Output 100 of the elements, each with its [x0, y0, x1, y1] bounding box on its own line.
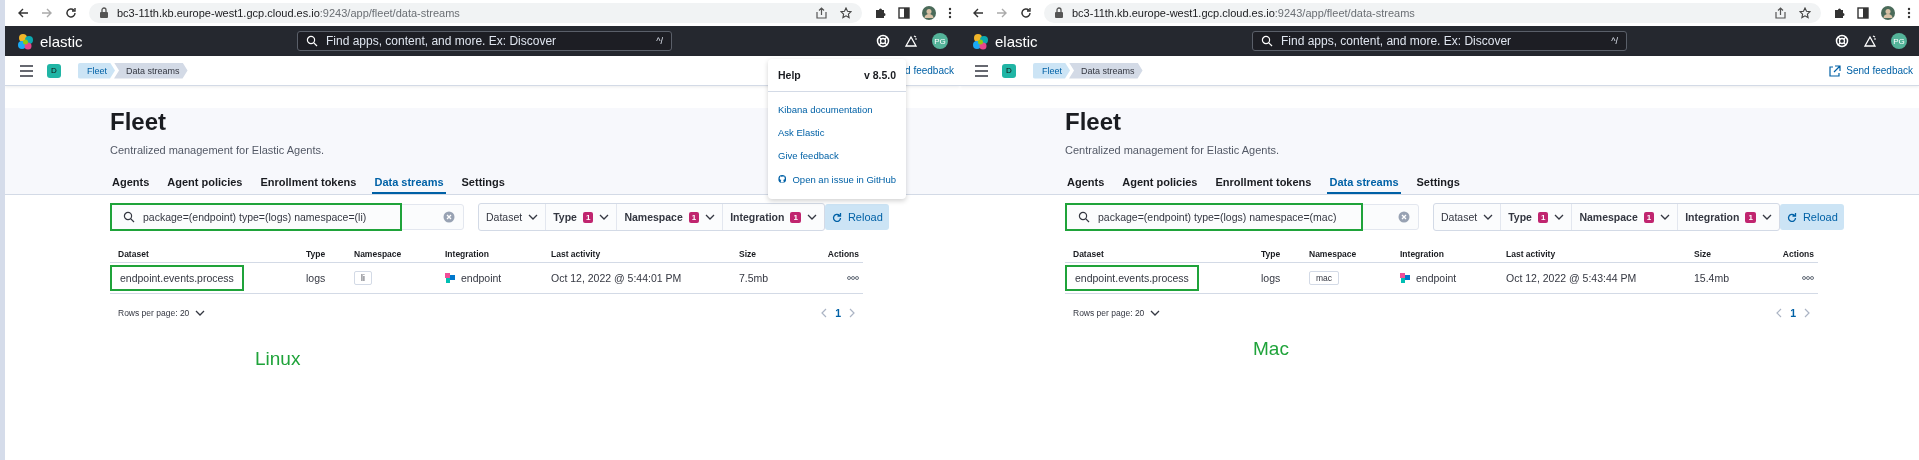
reload-icon[interactable] [65, 7, 77, 19]
newsfeed-icon[interactable] [904, 34, 918, 48]
newsfeed-icon[interactable] [1863, 34, 1877, 48]
search-field[interactable]: package=(endpoint) type=(logs) namespace=(mac) [1065, 204, 1419, 230]
puzzle-icon[interactable] [1833, 7, 1845, 19]
filter-button[interactable]: Dataset [479, 204, 546, 230]
page-subtitle: Centralized management for Elastic Agents. [110, 143, 324, 158]
chevron-down-icon [1554, 214, 1565, 220]
table-cell: endpoint.events.process [1065, 265, 1199, 291]
tab[interactable]: Settings [459, 172, 507, 194]
page-button[interactable]: 1 [835, 307, 841, 319]
back-icon[interactable] [972, 7, 984, 19]
logo-text[interactable]: elastic [40, 32, 83, 50]
actions-icon[interactable] [1802, 276, 1814, 280]
filter-button[interactable]: Type 1 [545, 204, 617, 230]
breadcrumb[interactable]: Fleet [78, 62, 115, 79]
lock-icon [99, 7, 109, 19]
menu-link[interactable]: Open an issue in GitHub [768, 167, 906, 191]
chevron-down-icon [195, 310, 206, 316]
url-text: bc3-11th.kb.europe-west1.gcp.cloud.es.io:9243/app/fleet/data-streams [1072, 7, 1416, 19]
filter-button[interactable]: Integration 1 [722, 204, 824, 230]
tab[interactable]: Data streams [372, 172, 446, 194]
share-icon[interactable] [815, 7, 828, 19]
table-cell-text: Oct 12, 2022 @ 5:43:44 PM [1505, 272, 1638, 284]
rows-per-page-button[interactable]: Rows per page: 20 [1073, 308, 1161, 318]
filter-button[interactable]: Namespace 1 [1571, 204, 1678, 230]
menu-link[interactable]: Ask Elastic [768, 121, 906, 144]
tab[interactable]: Agents [1065, 172, 1107, 194]
filter-button[interactable]: Namespace 1 [616, 204, 723, 230]
star-icon[interactable] [840, 7, 852, 19]
column-header: Namespace [1308, 249, 1358, 259]
space-avatar[interactable]: D [1002, 63, 1016, 78]
filter-button[interactable]: Type 1 [1500, 204, 1572, 230]
star-icon[interactable] [1799, 7, 1811, 19]
profile-avatar-icon[interactable] [922, 6, 936, 20]
column-header: Dataset [117, 249, 150, 259]
tab[interactable]: Agent policies [165, 172, 245, 194]
tab[interactable]: Agents [110, 172, 152, 194]
filter-button[interactable]: Dataset [1434, 204, 1501, 230]
reload-icon[interactable] [1020, 7, 1032, 19]
side-panel-icon[interactable] [1857, 7, 1869, 19]
more-icon[interactable] [1907, 7, 1911, 19]
back-icon[interactable] [17, 7, 29, 19]
search-field[interactable]: package=(endpoint) type=(logs) namespace=(li) [110, 204, 464, 230]
actions-icon[interactable] [847, 276, 859, 280]
reload-button[interactable]: Reload [824, 204, 889, 230]
more-icon[interactable] [948, 7, 952, 19]
tab[interactable]: Enrollment tokens [258, 172, 359, 194]
filter-button[interactable]: Integration 1 [1677, 204, 1779, 230]
github-icon [778, 173, 787, 185]
address-bar[interactable]: bc3-11th.kb.europe-west1.gcp.cloud.es.io:9243/app/fleet/data-streams [89, 3, 862, 23]
count-badge: 1 [1745, 211, 1756, 223]
search-field[interactable]: Find apps, content, and more. Ex: Discover ^/ [297, 31, 672, 51]
clear-icon[interactable] [1398, 211, 1410, 223]
namespace-badge: mac [1309, 271, 1340, 285]
space-avatar[interactable]: D [47, 63, 61, 78]
address-bar[interactable]: bc3-11th.kb.europe-west1.gcp.cloud.es.io:9243/app/fleet/data-streams [1044, 3, 1821, 23]
breadcrumb[interactable]: Fleet [1033, 62, 1070, 79]
url-text: bc3-11th.kb.europe-west1.gcp.cloud.es.io:9243/app/fleet/data-streams [117, 7, 461, 19]
breadcrumb: Data streams [114, 62, 188, 79]
count-badge: 1 [582, 211, 594, 223]
profile-avatar-icon[interactable] [1881, 6, 1895, 20]
clear-icon[interactable] [443, 211, 455, 223]
puzzle-icon[interactable] [874, 7, 886, 19]
share-icon[interactable] [1774, 7, 1787, 19]
menu-link[interactable]: Give feedback [768, 144, 906, 167]
help-icon[interactable] [876, 34, 890, 48]
column-header: Size [738, 249, 757, 259]
search-input[interactable]: package=(endpoint) type=(logs) namespace=(mac) [1098, 211, 1390, 223]
chevron-down-icon [705, 214, 716, 220]
send-feedback-link[interactable]: Send feedback [1828, 64, 1913, 77]
rows-per-page-button[interactable]: Rows per page: 20 [118, 308, 206, 318]
search-icon [123, 211, 135, 223]
side-panel-icon[interactable] [898, 7, 910, 19]
chevron-down-icon [1761, 214, 1772, 220]
search-field[interactable]: Find apps, content, and more. Ex: Discover ^/ [1252, 31, 1627, 51]
table-cell-text: Oct 12, 2022 @ 5:44:01 PM [550, 272, 683, 284]
help-icon[interactable] [1835, 34, 1849, 48]
logo-icon[interactable] [17, 32, 34, 50]
table-cell-text: 7.5mb [738, 272, 770, 284]
column-header: Namespace [353, 249, 403, 259]
count-badge: 1 [790, 211, 801, 223]
menu-icon[interactable] [974, 63, 989, 78]
menu-link[interactable]: Kibana documentation [768, 98, 906, 121]
column-header: Last activity [1505, 249, 1557, 259]
namespace-badge: li [354, 271, 372, 285]
reload-button[interactable]: Reload [1779, 204, 1844, 230]
tab[interactable]: Data streams [1327, 172, 1401, 194]
page-button[interactable]: 1 [1790, 307, 1796, 319]
logo-icon[interactable] [972, 32, 989, 50]
column-header: Integration [1399, 249, 1445, 259]
tab[interactable]: Settings [1414, 172, 1462, 194]
logo-text[interactable]: elastic [995, 32, 1038, 50]
tab[interactable]: Agent policies [1120, 172, 1200, 194]
chevron-down-icon [1150, 310, 1161, 316]
menu-icon[interactable] [19, 63, 34, 78]
external-link-icon [1828, 64, 1842, 77]
annotation-label: Mac [1252, 338, 1290, 360]
tab[interactable]: Enrollment tokens [1213, 172, 1314, 194]
search-input[interactable]: package=(endpoint) type=(logs) namespace=(li) [143, 211, 435, 223]
